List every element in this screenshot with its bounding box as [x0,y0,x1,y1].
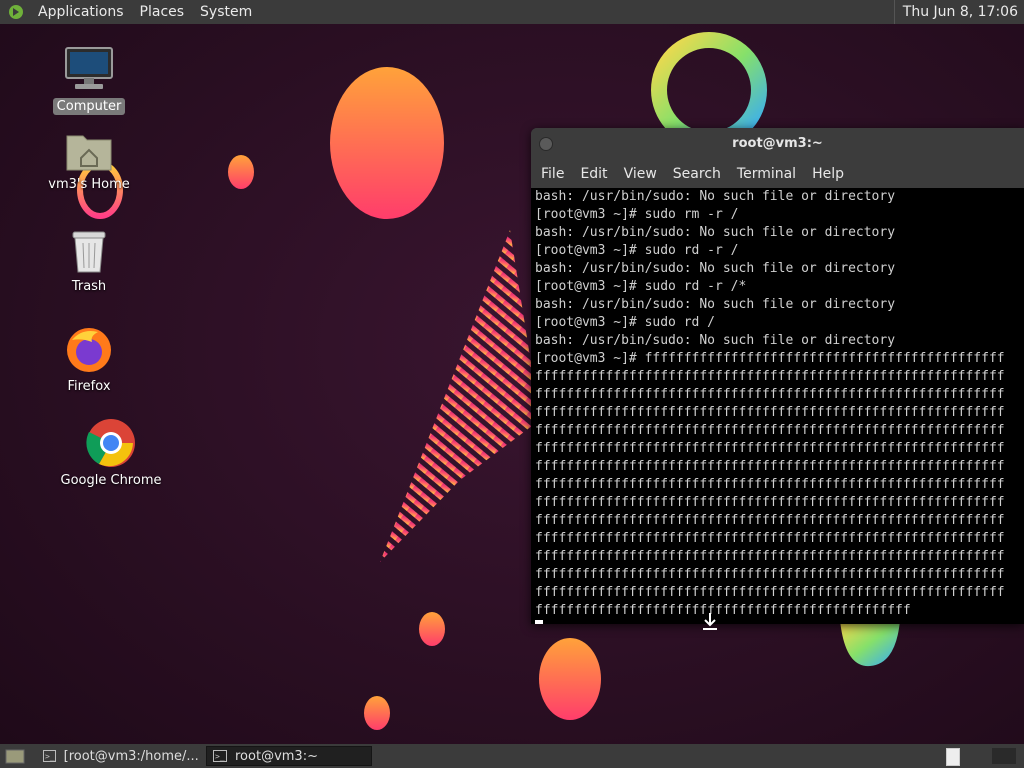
chrome-icon [86,419,135,467]
desktop-icon-label: Computer [52,98,126,115]
terminal-line: bash: /usr/bin/sudo: No such file or dir… [535,261,896,276]
terminal-menubar: File Edit View Search Terminal Help [531,160,1024,188]
bottom-panel: >_ [root@vm3:/home/... >_ root@vm3:~ [0,744,1024,768]
terminal-line: ffffffffffffffffffffffffffffffffffffffff… [535,513,1005,528]
desktop-icon-trash[interactable]: Trash [50,228,128,295]
menu-system[interactable]: System [192,0,260,24]
firefox-icon [67,328,111,372]
terminal-icon: >_ [43,750,56,762]
terminal-line: ffffffffffffffffffffffffffffffffffffffff… [535,441,1005,456]
terminal-line: [root@vm3 ~]# sudo rd -r /* [535,279,747,294]
terminal-line: bash: /usr/bin/sudo: No such file or dir… [535,333,896,348]
taskbar-item-label: [root@vm3:/home/... [63,748,199,764]
window-menu-button[interactable] [539,137,553,151]
desktop-icon-computer[interactable]: Computer [50,44,128,115]
terminal-window[interactable]: root@vm3:~ File Edit View Search Termina… [531,128,1024,624]
terminal-line: ffffffffffffffffffffffffffffffffffffffff… [535,585,1005,600]
terminal-line: ffffffffffffffffffffffffffffffffffffffff… [535,423,1005,438]
show-desktop-icon[interactable] [2,746,32,766]
terminal-line: ffffffffffffffffffffffffffffffffffffffff… [535,567,1005,582]
terminal-line: [root@vm3 ~]# sudo rm -r / [535,207,739,222]
distro-logo-icon[interactable] [8,4,24,20]
menu-help[interactable]: Help [806,160,854,188]
terminal-line: ffffffffffffffffffffffffffffffffffffffff… [535,549,1005,564]
workspace-switcher[interactable] [946,748,960,766]
taskbar-item-label: root@vm3:~ [235,748,318,764]
menu-applications[interactable]: Applications [30,0,132,24]
trash-icon [72,231,106,273]
terminal-line: [root@vm3 ~]# ffffffffffffffffffffffffff… [535,351,1005,366]
terminal-icon: >_ [213,750,227,762]
menu-places[interactable]: Places [132,0,193,24]
desktop-icon-firefox[interactable]: Firefox [50,324,128,395]
window-title: root@vm3:~ [732,136,823,151]
terminal-line: ffffffffffffffffffffffffffffffffffffffff… [535,459,1005,474]
menu-file[interactable]: File [535,160,574,188]
terminal-line: ffffffffffffffffffffffffffffffffffffffff… [535,603,911,618]
desktop-icon-label: vm3's Home [48,177,130,192]
menu-edit[interactable]: Edit [574,160,617,188]
workspace-switcher-alt[interactable] [992,748,1016,764]
terminal-output[interactable]: bash: /usr/bin/sudo: No such file or dir… [531,188,1024,624]
desktop-icon-chrome[interactable]: Google Chrome [52,418,170,489]
taskbar-item-active[interactable]: >_ root@vm3:~ [206,746,372,766]
terminal-line: bash: /usr/bin/sudo: No such file or dir… [535,189,896,204]
terminal-line: bash: /usr/bin/sudo: No such file or dir… [535,225,896,240]
terminal-cursor [535,620,543,624]
terminal-line: ffffffffffffffffffffffffffffffffffffffff… [535,495,1005,510]
terminal-line: bash: /usr/bin/sudo: No such file or dir… [535,297,896,312]
taskbar-item[interactable]: >_ [root@vm3:/home/... [36,746,202,766]
desktop-icon-label: Trash [71,279,107,294]
resize-cursor-icon [703,613,717,630]
computer-icon [65,47,113,89]
menu-view[interactable]: View [618,160,667,188]
menu-search[interactable]: Search [667,160,731,188]
terminal-titlebar[interactable]: root@vm3:~ [531,128,1024,160]
desktop-icon-label: Google Chrome [60,473,162,488]
clock[interactable]: Thu Jun 8, 17:06 [893,0,1018,24]
terminal-line: ffffffffffffffffffffffffffffffffffffffff… [535,369,1005,384]
terminal-line: ffffffffffffffffffffffffffffffffffffffff… [535,531,1005,546]
top-panel: Applications Places System Thu Jun 8, 17… [0,0,1024,24]
desktop-icon-label: Firefox [67,379,111,394]
terminal-line: ffffffffffffffffffffffffffffffffffffffff… [535,477,1005,492]
menu-terminal[interactable]: Terminal [731,160,806,188]
terminal-line: [root@vm3 ~]# sudo rd -r / [535,243,739,258]
home-folder-icon [66,135,112,171]
terminal-line: ffffffffffffffffffffffffffffffffffffffff… [535,405,1005,420]
desktop-icon-home[interactable]: vm3's Home [40,128,138,193]
terminal-line: [root@vm3 ~]# sudo rd / [535,315,716,330]
terminal-line: ffffffffffffffffffffffffffffffffffffffff… [535,387,1005,402]
